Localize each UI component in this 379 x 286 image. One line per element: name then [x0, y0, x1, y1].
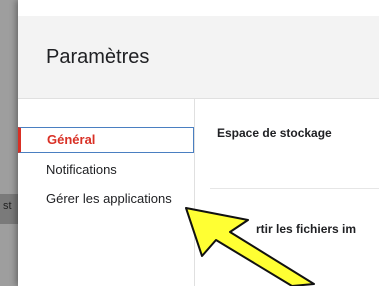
- nav-item-notifications[interactable]: Notifications: [18, 157, 194, 183]
- nav-item-manage-apps[interactable]: Gérer les applications: [18, 186, 194, 212]
- arrow-shape: [185, 207, 315, 286]
- dialog-title: Paramètres: [46, 46, 150, 68]
- background-window: [0, 0, 18, 286]
- header-divider: [18, 98, 379, 99]
- section-divider: [210, 188, 379, 189]
- storage-section-title: Espace de stockage: [217, 126, 332, 140]
- nav-item-general[interactable]: Général: [18, 127, 194, 153]
- yellow-pointer-arrow-icon: [185, 207, 315, 286]
- screenshot-stage: st Paramètres Général Notifications Gére…: [0, 0, 379, 286]
- background-text: st: [3, 200, 12, 212]
